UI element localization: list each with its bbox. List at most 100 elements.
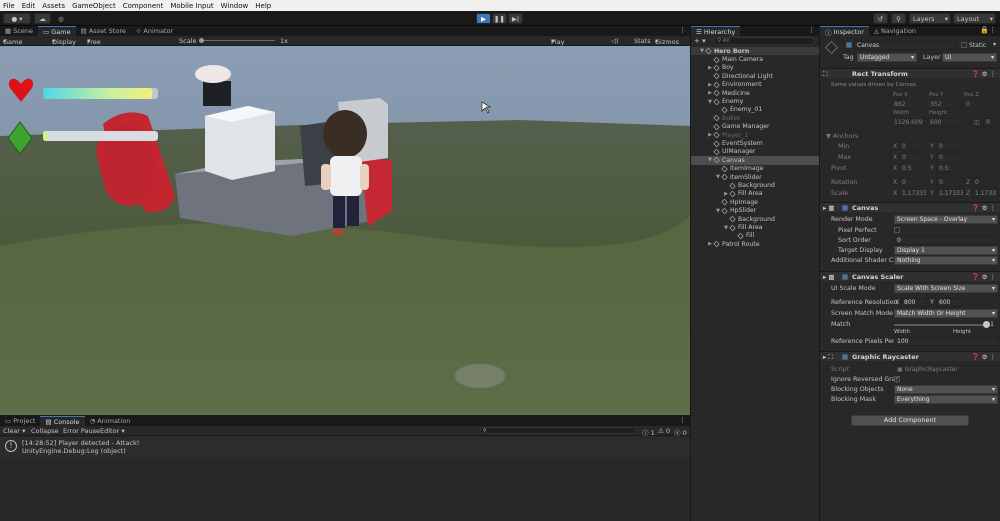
hierarchy-item[interactable]: ▶ Patrol Route xyxy=(691,240,819,248)
rotation-y-field[interactable]: 0 xyxy=(936,178,964,187)
layout-dropdown[interactable]: Layout ▾ xyxy=(953,13,996,24)
expand-arrow-icon[interactable]: ▶ xyxy=(707,90,713,96)
expand-arrow-icon[interactable]: ▼ xyxy=(707,157,713,163)
expand-arrow-icon[interactable]: ▼ xyxy=(707,99,713,105)
rotation-z-field[interactable]: 0 xyxy=(972,178,998,187)
display-mode-dropdown[interactable]: Game ▾ xyxy=(3,37,22,46)
console-search-input[interactable]: ⚲ xyxy=(480,427,637,434)
panel-menu-icon[interactable]: 🔒⋮ xyxy=(980,26,996,34)
expand-arrow-icon[interactable]: ▼ xyxy=(723,225,729,231)
rect-transform-header[interactable]: ⛶ Rect Transform ❓ ⚙ ⋮ xyxy=(820,68,1000,78)
collapse-button[interactable]: Collapse xyxy=(31,427,59,435)
menu-item-edit[interactable]: Edit xyxy=(22,2,36,10)
tag-dropdown[interactable]: Untagged xyxy=(857,53,917,62)
component-settings-icon[interactable]: ❓ ⚙ ⋮ xyxy=(971,204,996,212)
canvas-enabled-checkbox[interactable] xyxy=(842,205,848,211)
clear-button[interactable]: Clear ▾ xyxy=(3,427,25,435)
editor-dropdown[interactable]: Editor ▾ xyxy=(100,427,125,435)
expand-arrow-icon[interactable]: ▼ xyxy=(715,174,721,180)
hierarchy-item[interactable]: ▼ Canvas xyxy=(691,156,819,165)
expand-arrow-icon[interactable]: ▶ xyxy=(707,65,713,71)
active-checkbox[interactable] xyxy=(846,42,852,48)
add-icon[interactable]: + ▾ xyxy=(694,37,706,45)
cloud-icon[interactable]: ☁ xyxy=(34,13,51,24)
tab-game[interactable]: ▭ Game xyxy=(38,26,76,36)
hierarchy-item[interactable]: EventSystem xyxy=(691,139,819,147)
tab-navigation[interactable]: ◬ Navigation xyxy=(869,26,921,36)
posy-field[interactable]: 352 xyxy=(927,100,961,109)
hierarchy-item[interactable]: UIManager xyxy=(691,148,819,156)
scale-y-field[interactable]: 1.17333 xyxy=(936,189,964,198)
hierarchy-search-input[interactable]: ⚲ All xyxy=(713,37,815,45)
expand-arrow-icon[interactable]: ▼ xyxy=(715,208,721,214)
hierarchy-item[interactable]: Main Camera xyxy=(691,55,819,63)
scale-slider[interactable] xyxy=(200,40,275,41)
tab-inspector[interactable]: ⓘ Inspector xyxy=(820,26,869,37)
posx-field[interactable]: 862 xyxy=(891,100,925,109)
min-x-field[interactable]: 0 xyxy=(899,142,927,151)
match-slider[interactable] xyxy=(894,324,986,326)
hierarchy-item[interactable]: Game Manager xyxy=(691,123,819,131)
component-settings-icon[interactable]: ❓ ⚙ ⋮ xyxy=(971,353,996,361)
collab-icon[interactable]: ◎ xyxy=(54,13,68,24)
tab-animation[interactable]: ◔ Animation xyxy=(85,416,136,426)
mute-audio-icon[interactable]: ◁) xyxy=(611,37,619,45)
pixel-perfect-checkbox[interactable] xyxy=(894,227,900,233)
stats-button[interactable]: Stats xyxy=(634,37,651,45)
script-field[interactable]: ▣ GraphicRaycaster xyxy=(894,365,998,374)
panel-menu-icon[interactable]: ⋮ xyxy=(679,26,686,34)
ref-y-field[interactable]: 600 xyxy=(936,298,963,307)
error-count-icon[interactable]: ⓧ 0 xyxy=(674,427,687,437)
tab-project[interactable]: ▭ Project xyxy=(0,416,40,426)
play-button[interactable]: ▶ xyxy=(476,13,491,24)
hierarchy-item[interactable]: ▼ Enemy xyxy=(691,97,819,105)
console-log-entry[interactable]: ! [14:28:52] Player detected - Attack! U… xyxy=(0,437,690,458)
scale-slider-handle[interactable] xyxy=(199,38,204,43)
tab-console[interactable]: ▤ Console xyxy=(40,416,85,426)
reference-ppu-field[interactable]: 100 xyxy=(894,337,998,346)
static-checkbox[interactable] xyxy=(961,42,967,48)
screen-match-mode-dropdown[interactable]: Match Width Or Height xyxy=(894,309,998,318)
tab-hierarchy[interactable]: ☰ Hierarchy xyxy=(691,26,741,36)
game-viewport[interactable] xyxy=(0,46,690,415)
add-component-button[interactable]: Add Component xyxy=(851,415,969,426)
component-settings-icon[interactable]: ❓ ⚙ ⋮ xyxy=(971,273,996,281)
menu-item-gameobject[interactable]: GameObject xyxy=(72,2,116,10)
rotation-x-field[interactable]: 0 xyxy=(899,178,927,187)
error-pause-button[interactable]: Error Pause xyxy=(63,427,100,435)
hierarchy-item[interactable]: ▼ Fill Area xyxy=(691,223,819,231)
blocking-mask-dropdown[interactable]: Everything xyxy=(894,395,998,404)
additional-shader-dropdown[interactable]: Nothing xyxy=(894,256,998,265)
expand-arrow-icon[interactable]: ▼ xyxy=(699,48,705,54)
hierarchy-item[interactable]: Fill xyxy=(691,232,819,240)
expand-arrow-icon[interactable]: ▶ xyxy=(707,132,713,138)
static-dropdown-icon[interactable]: ▾ xyxy=(993,41,996,48)
history-icon[interactable]: ↺ xyxy=(873,13,888,24)
canvas-scaler-enabled-checkbox[interactable] xyxy=(842,274,848,280)
height-field[interactable]: 600 xyxy=(927,118,961,127)
graphic-raycaster-header[interactable]: ▸ ⛶ Graphic Raycaster ❓ ⚙ ⋮ xyxy=(820,351,1000,361)
step-button[interactable]: ▶| xyxy=(508,13,523,24)
menu-item-assets[interactable]: Assets xyxy=(42,2,65,10)
menu-item-help[interactable]: Help xyxy=(255,2,271,10)
account-dropdown[interactable]: ● ▾ xyxy=(3,13,31,24)
canvas-scaler-header[interactable]: ▸ ▩ Canvas Scaler ❓ ⚙ ⋮ xyxy=(820,271,1000,281)
blueprint-button[interactable]: ◫ xyxy=(971,118,981,127)
hierarchy-item[interactable]: ItemImage xyxy=(691,165,819,173)
hierarchy-item[interactable]: HpImage xyxy=(691,198,819,206)
min-y-field[interactable]: 0 xyxy=(936,142,964,151)
hierarchy-item[interactable]: ▶ Fill Area xyxy=(691,190,819,198)
panel-menu-icon[interactable]: ⋮ xyxy=(808,26,815,34)
expand-arrow-icon[interactable]: ▶ xyxy=(707,241,713,247)
raycaster-enabled-checkbox[interactable] xyxy=(842,354,848,360)
hierarchy-item[interactable]: Directional Light xyxy=(691,72,819,80)
raw-edit-button[interactable]: R xyxy=(983,118,993,127)
tab-asset-store[interactable]: ▤ Asset Store xyxy=(76,26,131,36)
sort-order-field[interactable]: 0 xyxy=(894,236,998,245)
pause-button[interactable]: ❚❚ xyxy=(492,13,507,24)
menu-item-mobile-input[interactable]: Mobile Input xyxy=(170,2,213,10)
object-name-field[interactable]: Canvas xyxy=(854,41,957,50)
ui-scale-mode-dropdown[interactable]: Scale With Screen Size xyxy=(894,284,998,293)
render-mode-dropdown[interactable]: Screen Space - Overlay xyxy=(894,215,998,224)
expand-arrow-icon[interactable]: ▶ xyxy=(707,82,713,88)
